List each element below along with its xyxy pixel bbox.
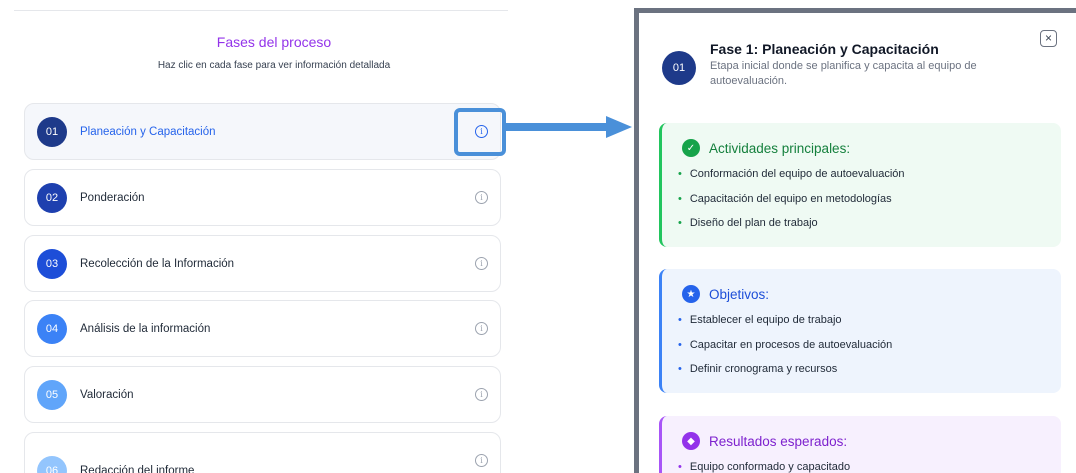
phase-label: Valoración bbox=[80, 388, 134, 401]
phase-label: Planeación y Capacitación bbox=[80, 125, 216, 138]
card-title: Actividades principales: bbox=[709, 140, 851, 156]
section-subtitle: Haz clic en cada fase para ver informaci… bbox=[157, 60, 391, 71]
diamond-icon: ◆ bbox=[682, 432, 700, 450]
phase-label: Ponderación bbox=[80, 191, 145, 204]
phase-item-03[interactable]: 03 Recolección de la Información i bbox=[24, 235, 501, 292]
list-item: • Capacitar en procesos de autoevaluación bbox=[678, 338, 893, 351]
phase-label: Análisis de la información bbox=[80, 322, 211, 335]
close-icon[interactable]: × bbox=[1040, 30, 1057, 47]
phase-number: 05 bbox=[37, 379, 67, 410]
phases-panel: Fases del proceso Haz clic en cada fase … bbox=[0, 0, 520, 473]
highlight-box bbox=[454, 108, 506, 156]
detail-description: Etapa inicial donde se planifica y capac… bbox=[710, 60, 977, 87]
phase-item-01[interactable]: 01 Planeación y Capacitación i bbox=[24, 103, 501, 160]
phase-number: 06 bbox=[37, 455, 67, 473]
phase-number: 04 bbox=[37, 313, 67, 344]
phase-number: 02 bbox=[37, 182, 67, 213]
check-icon: ✓ bbox=[682, 139, 700, 157]
phase-number: 01 bbox=[37, 116, 67, 147]
detail-phase-number: 01 bbox=[662, 51, 696, 85]
objectives-card: ★ Objetivos: • Establecer el equipo de tr… bbox=[659, 269, 1061, 393]
info-icon[interactable]: i bbox=[475, 190, 488, 204]
phase-item-04[interactable]: 04 Análisis de la información i bbox=[24, 300, 501, 357]
list-item: • Equipo conformado y capacitado bbox=[678, 461, 851, 473]
list-item: • Definir cronograma y recursos bbox=[678, 363, 838, 375]
arrow-icon bbox=[506, 116, 632, 138]
list-item: • Capacitación del equipo en metodologías bbox=[678, 192, 892, 205]
phase-item-05[interactable]: 05 Valoración i bbox=[24, 366, 501, 423]
star-icon: ★ bbox=[682, 285, 700, 303]
info-icon[interactable]: i bbox=[475, 256, 488, 270]
section-title: Fases del proceso bbox=[216, 34, 332, 50]
activities-card: ✓ Actividades principales: • Conformación… bbox=[659, 123, 1061, 247]
card-title: Resultados esperados: bbox=[709, 433, 848, 449]
list-item: • Establecer el equipo de trabajo bbox=[678, 314, 842, 326]
phase-label: Recolección de la Información bbox=[80, 257, 235, 270]
phase-item-02[interactable]: 02 Ponderación i bbox=[24, 169, 501, 226]
info-icon[interactable]: i bbox=[475, 453, 488, 467]
info-icon[interactable]: i bbox=[475, 321, 488, 335]
phase-item-06[interactable]: 06 Redacción del informe i bbox=[24, 432, 501, 473]
divider bbox=[14, 10, 508, 11]
card-title: Objetivos: bbox=[709, 286, 770, 302]
detail-title: Fase 1: Planeación y Capacitación bbox=[710, 41, 939, 57]
results-card: ◆ Resultados esperados: • Equipo conforma… bbox=[659, 416, 1061, 473]
detail-panel: × 01 Fase 1: Planeación y Capacitación E… bbox=[634, 8, 1076, 473]
list-item: • Diseño del plan de trabajo bbox=[678, 217, 818, 229]
phase-label: Redacción del informe bbox=[80, 464, 195, 473]
info-icon[interactable]: i bbox=[475, 387, 488, 401]
list-item: • Conformación del equipo de autoevaluaci… bbox=[678, 168, 905, 180]
phase-number: 03 bbox=[37, 248, 67, 279]
